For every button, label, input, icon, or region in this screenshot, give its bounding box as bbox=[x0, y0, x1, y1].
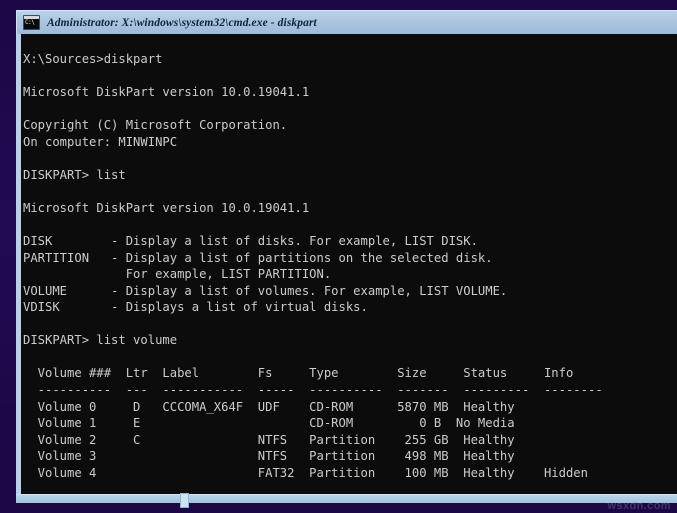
console-text-buffer: (c) 2020 Microsoft Corporation. All righ… bbox=[23, 52, 603, 502]
console-output-area[interactable]: (c) 2020 Microsoft Corporation. All righ… bbox=[16, 34, 677, 502]
desktop-background: Administrator: X:\windows\system32\cmd.e… bbox=[0, 0, 677, 513]
watermark-text: wsxdn.com bbox=[607, 500, 671, 512]
cmd-console-icon bbox=[23, 15, 40, 30]
horizontal-scrollbar[interactable] bbox=[16, 493, 677, 508]
window-title-text: Administrator: X:\windows\system32\cmd.e… bbox=[47, 16, 317, 29]
window-title-bar[interactable]: Administrator: X:\windows\system32\cmd.e… bbox=[16, 10, 677, 34]
scrollbar-thumb[interactable] bbox=[180, 493, 189, 508]
cmd-console-window[interactable]: Administrator: X:\windows\system32\cmd.e… bbox=[16, 10, 677, 502]
